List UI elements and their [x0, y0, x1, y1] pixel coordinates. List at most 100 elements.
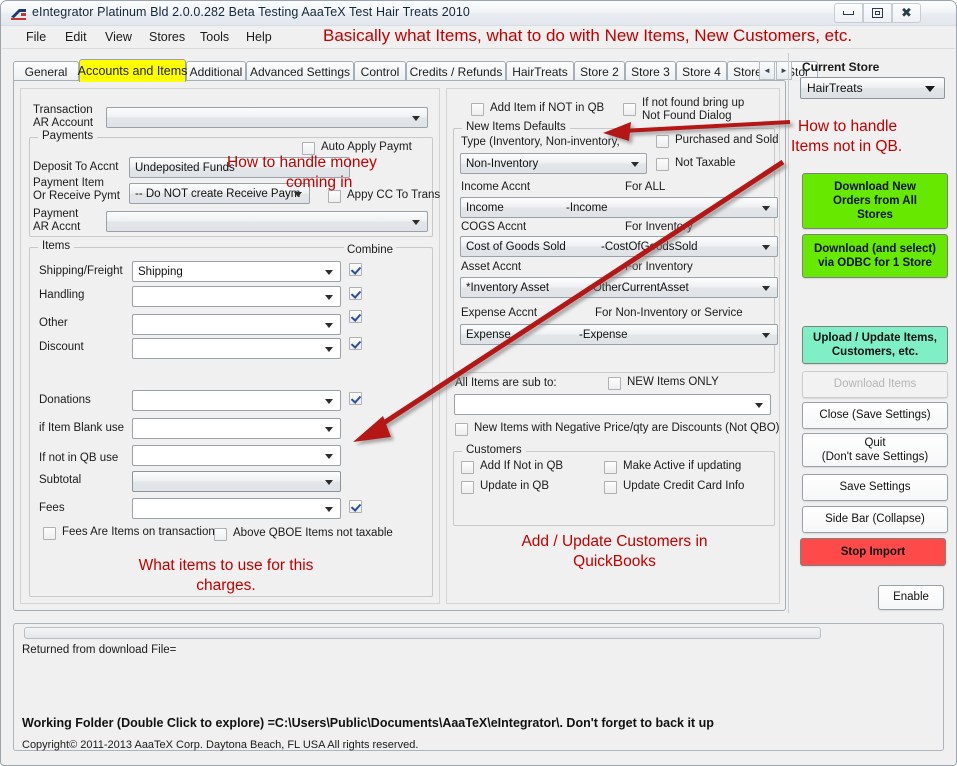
current-store-combo[interactable]: HairTreats: [800, 77, 945, 99]
fees-combine-checkbox[interactable]: [349, 499, 362, 513]
annotation-charges-line2: charges.: [196, 577, 256, 594]
customers-add-if-not-in-qb-checkbox[interactable]: Add If Not in QB: [461, 460, 563, 474]
tab-accounts-and-items[interactable]: Accounts and Items: [78, 59, 187, 82]
tab-store-3[interactable]: Store 3: [625, 61, 676, 81]
purchased-and-sold-checkbox[interactable]: Purchased and Sold: [656, 134, 779, 148]
chevron-down-icon: [325, 453, 333, 459]
discount-combo[interactable]: [132, 338, 341, 359]
discount-combine-checkbox[interactable]: [349, 336, 362, 350]
checkbox-box: [604, 481, 617, 494]
menu-file[interactable]: File: [20, 29, 52, 47]
stop-import-button[interactable]: Stop Import: [800, 538, 946, 566]
checkbox-box: [328, 190, 341, 203]
customers-update-cc-checkbox[interactable]: Update Credit Card Info: [604, 480, 744, 494]
tab-advanced-settings[interactable]: Advanced Settings: [246, 61, 354, 81]
enable-button[interactable]: Enable: [878, 585, 944, 610]
tab-store-2[interactable]: Store 2: [574, 61, 625, 81]
tab-control[interactable]: Control: [354, 61, 406, 81]
shipping-freight-label: Shipping/Freight: [39, 265, 123, 277]
download-items-button[interactable]: Download Items: [802, 371, 948, 398]
other-combo[interactable]: [132, 314, 341, 335]
tab-general[interactable]: General: [13, 61, 79, 81]
payment-item-label: Payment Item Or Receive Pymt: [33, 177, 120, 203]
subtotal-combo[interactable]: [132, 471, 341, 492]
working-folder-text[interactable]: Working Folder (Double Click to explore)…: [22, 716, 714, 730]
income-accnt-value: Income: [466, 201, 504, 214]
checkbox-box: [349, 337, 362, 350]
asset-accnt-combo[interactable]: *Inventory Asset -OtherCurrentAsset: [460, 277, 778, 298]
tab-store-4[interactable]: Store 4: [676, 61, 727, 81]
negative-price-discounts-label: New Items with Negative Price/qty are Di…: [474, 422, 780, 434]
quit-button[interactable]: Quit (Don't save Settings): [802, 433, 948, 467]
tab-credits-refunds[interactable]: Credits / Refunds: [406, 61, 506, 81]
chevron-down-icon: [925, 86, 935, 92]
menu-edit[interactable]: Edit: [59, 29, 93, 47]
tab-hairtreats[interactable]: HairTreats: [506, 61, 574, 81]
menu-help[interactable]: Help: [240, 29, 278, 47]
close-save-settings-button[interactable]: Close (Save Settings): [802, 402, 948, 429]
fees-combo[interactable]: [132, 498, 341, 519]
payment-ar-accnt-combo[interactable]: [106, 211, 428, 232]
tab-scroll-prev-button[interactable]: ◄: [759, 61, 775, 80]
new-items-only-checkbox[interactable]: NEW Items ONLY: [608, 376, 719, 390]
combine-column-header: Combine: [344, 244, 397, 258]
add-item-if-not-in-qb-checkbox[interactable]: Add Item if NOT in QB: [471, 102, 604, 116]
other-combine-checkbox[interactable]: [349, 309, 362, 323]
minimize-button[interactable]: [834, 3, 863, 23]
appy-cc-to-trans-label: Appy CC To Trans: [347, 189, 441, 201]
annotation-top: Basically what Items, what to do with Ne…: [323, 26, 853, 45]
shipping-freight-combine-checkbox[interactable]: [349, 262, 362, 276]
donations-combo[interactable]: [132, 390, 341, 411]
not-taxable-checkbox[interactable]: Not Taxable: [656, 157, 736, 171]
if-item-blank-use-combo[interactable]: [132, 418, 341, 439]
download-new-orders-button[interactable]: Download New Orders from All Stores: [802, 173, 948, 229]
if-not-found-dialog-label: If not found bring up Not Found Dialog: [642, 97, 745, 123]
tab-scroll-next-button[interactable]: ►: [776, 61, 792, 80]
cogs-accnt-scope-label: For Inventory: [625, 221, 693, 233]
tab-additional[interactable]: Additional: [186, 61, 246, 81]
app-logo-icon: [11, 9, 26, 20]
menu-stores[interactable]: Stores: [143, 29, 191, 47]
menu-view[interactable]: View: [99, 29, 138, 47]
upload-update-items-customers-button[interactable]: Upload / Update Items, Customers, etc.: [802, 326, 948, 364]
auto-apply-paymt-checkbox[interactable]: Auto Apply Paymt: [302, 141, 412, 155]
items-group-label: Items: [38, 240, 75, 252]
checkbox-box: [349, 310, 362, 323]
expense-accnt-value: Expense: [466, 328, 511, 341]
cogs-accnt-combo[interactable]: Cost of Goods Sold -CostOfGoodsSold: [460, 236, 778, 257]
chevron-down-icon: [325, 322, 333, 328]
menu-tools[interactable]: Tools: [194, 29, 235, 47]
handling-combo[interactable]: [132, 286, 341, 307]
sidebar: Current Store HairTreats Download New Or…: [792, 53, 952, 613]
fees-are-items-checkbox[interactable]: Fees Are Items on transactions: [43, 526, 221, 540]
handling-combine-checkbox[interactable]: [349, 286, 362, 300]
payment-item-combo[interactable]: -- Do NOT create Receive Paym: [129, 183, 310, 204]
shipping-freight-combo[interactable]: Shipping: [132, 261, 341, 282]
expense-accnt-combo[interactable]: Expense -Expense: [460, 324, 778, 345]
maximize-button[interactable]: [863, 3, 892, 23]
above-qboe-not-taxable-checkbox[interactable]: Above QBOE Items not taxable: [214, 527, 393, 541]
expense-accnt-scope-label: For Non-Inventory or Service: [595, 307, 743, 319]
side-bar-collapse-button[interactable]: Side Bar (Collapse): [802, 506, 948, 533]
if-not-found-dialog-checkbox[interactable]: If not found bring up Not Found Dialog: [623, 97, 744, 124]
download-via-odbc-button[interactable]: Download (and select) via ODBC for 1 Sto…: [802, 234, 948, 278]
save-settings-button[interactable]: Save Settings: [802, 474, 948, 501]
checkbox-box: [461, 481, 474, 494]
customers-update-in-qb-label: Update in QB: [480, 480, 550, 492]
if-not-in-qb-use-combo[interactable]: [132, 445, 341, 466]
type-label: Type (Inventory, Non-inventory,: [461, 136, 620, 148]
deposit-to-accnt-label: Deposit To Accnt: [33, 161, 119, 173]
donations-combine-checkbox[interactable]: [349, 391, 362, 405]
chevron-down-icon: [762, 205, 770, 211]
income-accnt-combo[interactable]: Income -Income: [460, 197, 778, 218]
close-button[interactable]: ✖: [892, 3, 921, 23]
all-items-sub-to-combo[interactable]: [454, 394, 771, 415]
checkbox-box: [604, 461, 617, 474]
transaction-ar-account-combo[interactable]: [106, 107, 428, 128]
payment-item-value: -- Do NOT create Receive Paym: [135, 187, 301, 200]
customers-make-active-checkbox[interactable]: Make Active if updating: [604, 460, 741, 474]
negative-price-discounts-checkbox[interactable]: New Items with Negative Price/qty are Di…: [455, 422, 780, 436]
chevron-down-icon: [325, 479, 333, 485]
customers-update-in-qb-checkbox[interactable]: Update in QB: [461, 480, 549, 494]
type-combo[interactable]: Non-Inventory: [460, 153, 647, 174]
